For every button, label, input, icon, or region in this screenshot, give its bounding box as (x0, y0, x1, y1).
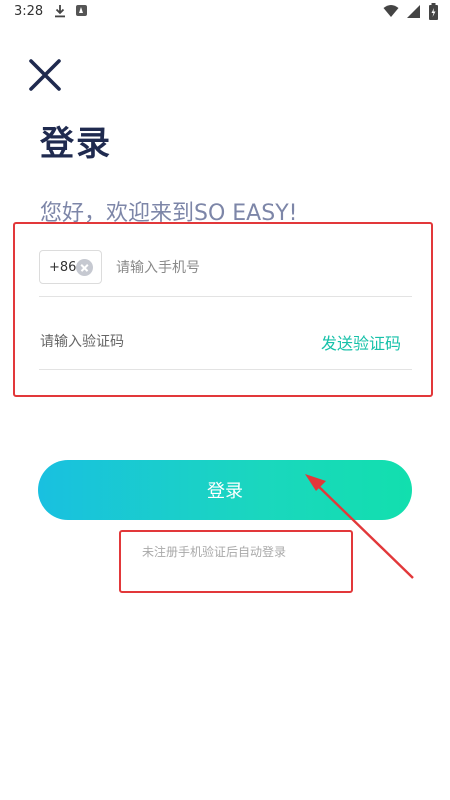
annotation-box-hint (119, 530, 353, 593)
status-icons (380, 3, 438, 21)
status-time: 3:28 (14, 4, 44, 19)
annotation-box-inputs (13, 222, 433, 397)
login-button-label: 登录 (207, 481, 243, 502)
close-icon[interactable] (28, 58, 62, 92)
wifi-icon (383, 5, 399, 17)
signal-icon (406, 5, 420, 18)
status-bar: 3:28 (0, 0, 450, 26)
download-icon (55, 5, 65, 18)
login-button[interactable]: 登录 (38, 460, 412, 520)
page-title: 登录 (40, 124, 112, 164)
app-notification-icon (76, 5, 87, 16)
battery-icon (429, 3, 438, 20)
